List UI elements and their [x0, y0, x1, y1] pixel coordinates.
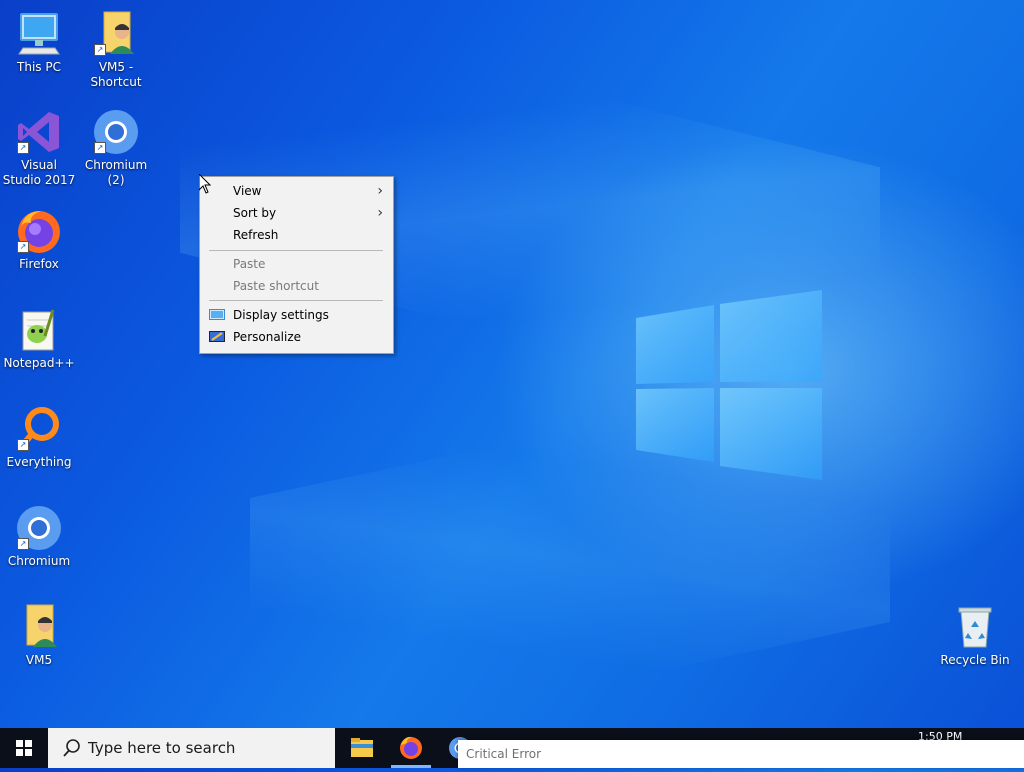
shortcut-arrow-icon: ↗ [17, 241, 29, 253]
desktop-icon-label: Recycle Bin [940, 653, 1010, 667]
desktop-icon-label: VM5 - Shortcut [90, 60, 142, 89]
menu-separator [209, 250, 383, 251]
windows-logo-wallpaper [636, 290, 822, 480]
desktop-icon-label: VM5 [25, 653, 53, 667]
menu-item-label: Display settings [233, 308, 329, 322]
personalize-icon [209, 331, 225, 342]
desktop-icon-vm5-shortcut[interactable]: ↗ VM5 - Shortcut [78, 10, 154, 90]
context-menu-paste: Paste [200, 253, 393, 275]
desktop-icon-everything[interactable]: ↗ Everything [1, 405, 77, 470]
critical-error-notification[interactable]: Critical Error [458, 740, 1024, 768]
chevron-right-icon: › [377, 183, 383, 199]
shortcut-arrow-icon: ↗ [94, 142, 106, 154]
search-icon [63, 739, 80, 757]
desktop-icon-label: Firefox [19, 257, 59, 271]
notepadpp-icon [22, 309, 55, 351]
context-menu-sort-by[interactable]: Sort by › [200, 202, 393, 224]
taskbar-file-explorer[interactable] [338, 728, 386, 768]
taskbar-firefox[interactable] [387, 728, 435, 768]
desktop-icon-recycle-bin[interactable]: Recycle Bin [937, 603, 1013, 668]
context-menu-view[interactable]: View › [200, 180, 393, 202]
desktop-icon-firefox[interactable]: ↗ Firefox [1, 207, 77, 272]
user-folder-icon [26, 604, 57, 647]
context-menu-refresh[interactable]: Refresh [200, 224, 393, 246]
search-placeholder: Type here to search [88, 739, 236, 757]
context-menu-paste-shortcut: Paste shortcut [200, 275, 393, 297]
desktop-icon-label: Visual Studio 2017 [2, 158, 76, 187]
menu-item-label: Refresh [233, 228, 279, 242]
this-pc-icon [18, 13, 60, 55]
menu-separator [209, 300, 383, 301]
desktop-icon-label: Notepad++ [3, 356, 75, 370]
chevron-right-icon: › [377, 205, 383, 221]
firefox-icon [400, 736, 422, 759]
file-explorer-icon [351, 738, 373, 757]
menu-item-label: Personalize [233, 330, 302, 344]
menu-item-label: View [233, 184, 262, 198]
context-menu-personalize[interactable]: Personalize [200, 326, 393, 348]
desktop-icon-label: Everything [6, 455, 72, 469]
mouse-cursor-icon [199, 174, 211, 194]
menu-item-label: Sort by [233, 206, 277, 220]
menu-item-label: Paste [233, 257, 266, 271]
windows-start-icon [16, 740, 32, 756]
menu-item-label: Paste shortcut [233, 279, 319, 293]
shortcut-arrow-icon: ↗ [17, 142, 29, 154]
shortcut-arrow-icon: ↗ [17, 439, 29, 451]
desktop-icon-label: Chromium (2) [84, 158, 148, 187]
desktop-icon-chromium-2[interactable]: ↗ Chromium (2) [78, 108, 154, 188]
context-menu-display-settings[interactable]: Display settings [200, 304, 393, 326]
desktop-context-menu: View › Sort by › Refresh Paste Paste sho… [199, 176, 394, 354]
shortcut-arrow-icon: ↗ [17, 538, 29, 550]
start-button[interactable] [0, 728, 48, 768]
desktop-icon-visual-studio[interactable]: ↗ Visual Studio 2017 [1, 108, 77, 188]
desktop-icon-label: This PC [17, 60, 61, 74]
shortcut-arrow-icon: ↗ [94, 44, 106, 56]
desktop-icon-notepadpp[interactable]: Notepad++ [1, 306, 77, 371]
desktop-icon-vm5[interactable]: VM5 [1, 603, 77, 668]
desktop-icon-this-pc[interactable]: This PC [1, 10, 77, 75]
desktop-icon-label: Chromium [7, 554, 71, 568]
notification-title: Critical Error [466, 747, 542, 761]
taskbar-search-box[interactable]: Type here to search [48, 728, 335, 768]
recycle-bin-icon [958, 607, 992, 648]
display-settings-icon [209, 309, 225, 320]
desktop-icon-chromium[interactable]: ↗ Chromium [1, 504, 77, 569]
